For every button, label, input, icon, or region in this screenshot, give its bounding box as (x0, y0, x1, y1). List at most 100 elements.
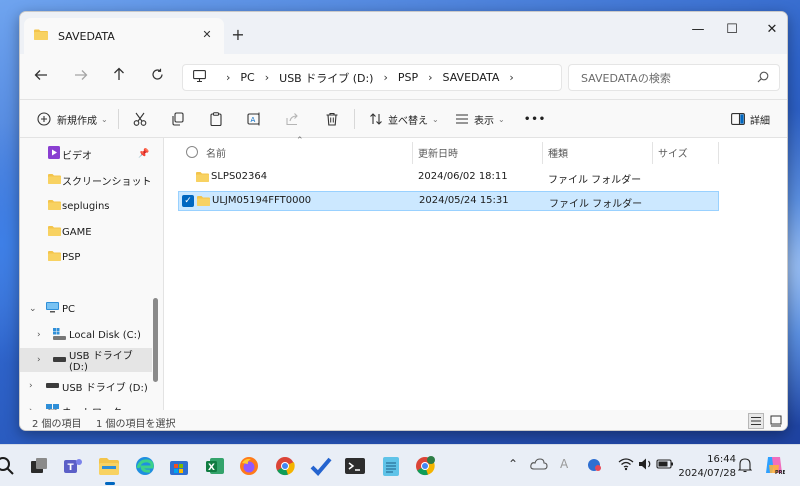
new-button-label: 新規作成 (57, 115, 97, 127)
breadcrumb-savedata[interactable]: SAVEDATA (443, 71, 500, 84)
more-options-button[interactable]: ••• (524, 109, 546, 129)
cut-button[interactable] (130, 109, 150, 129)
file-list: 名前 ⌃ 更新日時 種類 サイズ SLPS02364 2024/06/02 18… (164, 136, 787, 410)
maximize-button[interactable]: ☐ (720, 20, 744, 40)
chrome-profile-icon[interactable] (414, 455, 436, 477)
rename-icon: A (244, 109, 264, 129)
arrow-right-icon (75, 70, 88, 80)
firefox-icon[interactable] (238, 455, 260, 477)
close-button[interactable]: ✕ (760, 20, 784, 40)
cloud-icon[interactable] (530, 457, 552, 479)
details-view-icon (751, 417, 761, 425)
nav-item-game[interactable]: GAME (20, 220, 152, 244)
details-view-button[interactable] (748, 413, 764, 429)
folder-icon (34, 29, 48, 43)
file-explorer-window: SAVEDATA ✕ + — ☐ ✕ › PC › USB ドライブ (D:) (19, 11, 788, 431)
nav-item-screenshots[interactable]: スクリーンショット (20, 168, 152, 192)
chevron-down-icon[interactable]: ⌄ (29, 304, 37, 314)
security-icon[interactable] (586, 457, 608, 479)
chevron-down-icon: ⌄ (101, 114, 108, 124)
up-button[interactable] (108, 66, 130, 88)
battery-icon[interactable] (656, 457, 678, 479)
column-header-modified[interactable]: 更新日時 (418, 138, 458, 166)
details-pane-button[interactable]: 詳細 (728, 109, 770, 129)
selected-count: 1 個の項目を選択 (96, 419, 176, 430)
edge-icon[interactable] (134, 455, 156, 477)
chrome-icon[interactable] (274, 455, 296, 477)
column-header-type[interactable]: 種類 (548, 138, 568, 166)
pin-icon[interactable]: 📌 (138, 149, 149, 159)
chevron-right-icon[interactable]: › (37, 355, 41, 365)
notepad-icon[interactable] (380, 455, 402, 477)
teams-icon[interactable]: T (62, 455, 84, 477)
copilot-icon[interactable]: PRE (763, 454, 787, 476)
nav-item-local-disk[interactable]: › Local Disk (C:) (20, 323, 152, 347)
tab-close-icon[interactable]: ✕ (200, 28, 214, 42)
delete-button[interactable] (322, 109, 342, 129)
column-divider[interactable] (718, 142, 719, 164)
nav-item-videos[interactable]: ビデオ 📌 (20, 142, 152, 166)
file-row[interactable]: SLPS02364 2024/06/02 18:11 ファイル フォルダー (178, 168, 719, 188)
copy-button[interactable] (168, 109, 188, 129)
file-row-selected[interactable]: ✓ ULJM05194FFT0000 2024/05/24 15:31 ファイル… (178, 191, 719, 211)
terminal-icon[interactable] (344, 455, 366, 477)
file-modified: 2024/05/24 15:31 (419, 195, 509, 206)
folder-icon (48, 199, 61, 213)
tiles-view-button[interactable] (768, 413, 784, 429)
nav-scrollbar[interactable] (153, 298, 158, 382)
tab-savedata[interactable]: SAVEDATA ✕ (24, 18, 224, 54)
excel-icon[interactable]: X (204, 455, 226, 477)
back-button[interactable] (30, 66, 52, 88)
forward-button[interactable] (70, 66, 92, 88)
column-divider[interactable] (542, 142, 543, 164)
ime-indicator[interactable]: A (560, 457, 582, 479)
chevron-down-icon: ⌄ (432, 114, 439, 124)
breadcrumb-pc[interactable]: PC (240, 71, 254, 84)
address-bar[interactable]: › PC › USB ドライブ (D:) › PSP › SAVEDATA › (182, 64, 562, 91)
view-button[interactable]: 表示 ⌄ (452, 109, 505, 129)
nav-item-psp[interactable]: PSP (20, 245, 152, 269)
new-button[interactable]: 新規作成 ⌄ (34, 109, 108, 129)
column-header-size[interactable]: サイズ (658, 138, 688, 166)
paste-button[interactable] (206, 109, 226, 129)
usb-drive-icon (46, 381, 59, 392)
search-icon[interactable] (0, 455, 16, 477)
sort-button[interactable]: 並べ替え ⌄ (366, 109, 439, 129)
chevron-right-icon[interactable]: › (509, 71, 513, 84)
refresh-icon (151, 68, 163, 80)
task-view-icon[interactable] (28, 455, 50, 477)
minimize-button[interactable]: — (686, 20, 710, 40)
select-all-checkbox[interactable] (186, 146, 198, 158)
column-divider[interactable] (652, 142, 653, 164)
nav-item-usb-drive-2[interactable]: › USB ドライブ (D:) (20, 374, 152, 398)
clock[interactable]: 16:44 2024/07/28 (678, 453, 736, 481)
column-divider[interactable] (412, 142, 413, 164)
chevron-right-icon[interactable]: › (37, 330, 41, 340)
windows-drive-icon (53, 327, 66, 343)
tiles-view-icon (770, 415, 782, 427)
header-checkbox-wrap[interactable] (186, 138, 198, 166)
column-header-name[interactable]: 名前 (206, 138, 226, 166)
new-tab-button[interactable]: + (230, 25, 246, 44)
rename-button[interactable]: A (244, 109, 264, 129)
nav-item-seplugins[interactable]: seplugins (20, 194, 152, 218)
wifi-icon[interactable] (618, 457, 640, 479)
share-button[interactable] (282, 109, 302, 129)
store-icon[interactable] (168, 455, 190, 477)
row-checkbox[interactable]: ✓ (182, 195, 194, 207)
breadcrumb-psp[interactable]: PSP (398, 71, 418, 84)
notification-bell-icon[interactable] (737, 457, 760, 479)
nav-item-pc[interactable]: ⌄ PC (20, 297, 152, 321)
chevron-right-icon[interactable]: › (29, 381, 33, 391)
chevron-right-icon: › (428, 71, 433, 84)
folder-icon (48, 173, 61, 187)
todo-icon[interactable] (310, 455, 332, 477)
chevron-up-icon[interactable]: ⌃ (508, 457, 530, 479)
nav-item-usb-drive[interactable]: › USB ドライブ (D:) (20, 348, 152, 373)
chevron-right-icon: › (226, 71, 231, 84)
search-input[interactable]: SAVEDATAの検索 (568, 64, 780, 91)
share-icon (282, 109, 302, 129)
breadcrumb-usb-drive[interactable]: USB ドライブ (D:) (279, 70, 373, 86)
refresh-button[interactable] (146, 66, 168, 88)
file-explorer-taskbar-icon[interactable] (98, 455, 120, 477)
